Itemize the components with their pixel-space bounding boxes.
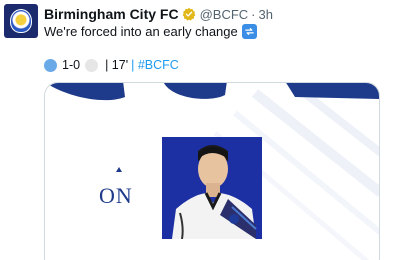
tweet-text: We're forced into an early change	[44, 24, 257, 39]
club-crest-icon	[10, 9, 32, 33]
tweet-header: Birmingham City FC @BCFC · 3h	[44, 6, 273, 22]
tweet-body-text: We're forced into an early change	[44, 24, 238, 39]
hashtag-link[interactable]: | #BCFC	[131, 58, 179, 72]
player-silhouette	[162, 137, 262, 239]
score-line: 1-0 | 17' | #BCFC	[44, 58, 179, 72]
tweet-timestamp[interactable]: 3h	[259, 7, 273, 22]
substitution-arrows-icon	[241, 24, 257, 39]
white-circle-icon	[85, 58, 99, 72]
verified-badge-icon	[182, 7, 195, 21]
author-handle[interactable]: @BCFC	[200, 7, 249, 22]
match-minute: | 17'	[105, 58, 129, 72]
separator-dot: ·	[251, 6, 256, 22]
profile-avatar[interactable]	[4, 4, 38, 38]
blue-circle-icon	[44, 58, 57, 72]
substitution-on-label: ON	[99, 183, 133, 208]
on-indicator-arrow-icon	[116, 167, 122, 172]
media-card[interactable]: ON	[44, 82, 380, 260]
author-name[interactable]: Birmingham City FC	[44, 6, 179, 22]
match-score: 1-0	[62, 58, 81, 72]
player-photo	[162, 137, 262, 239]
